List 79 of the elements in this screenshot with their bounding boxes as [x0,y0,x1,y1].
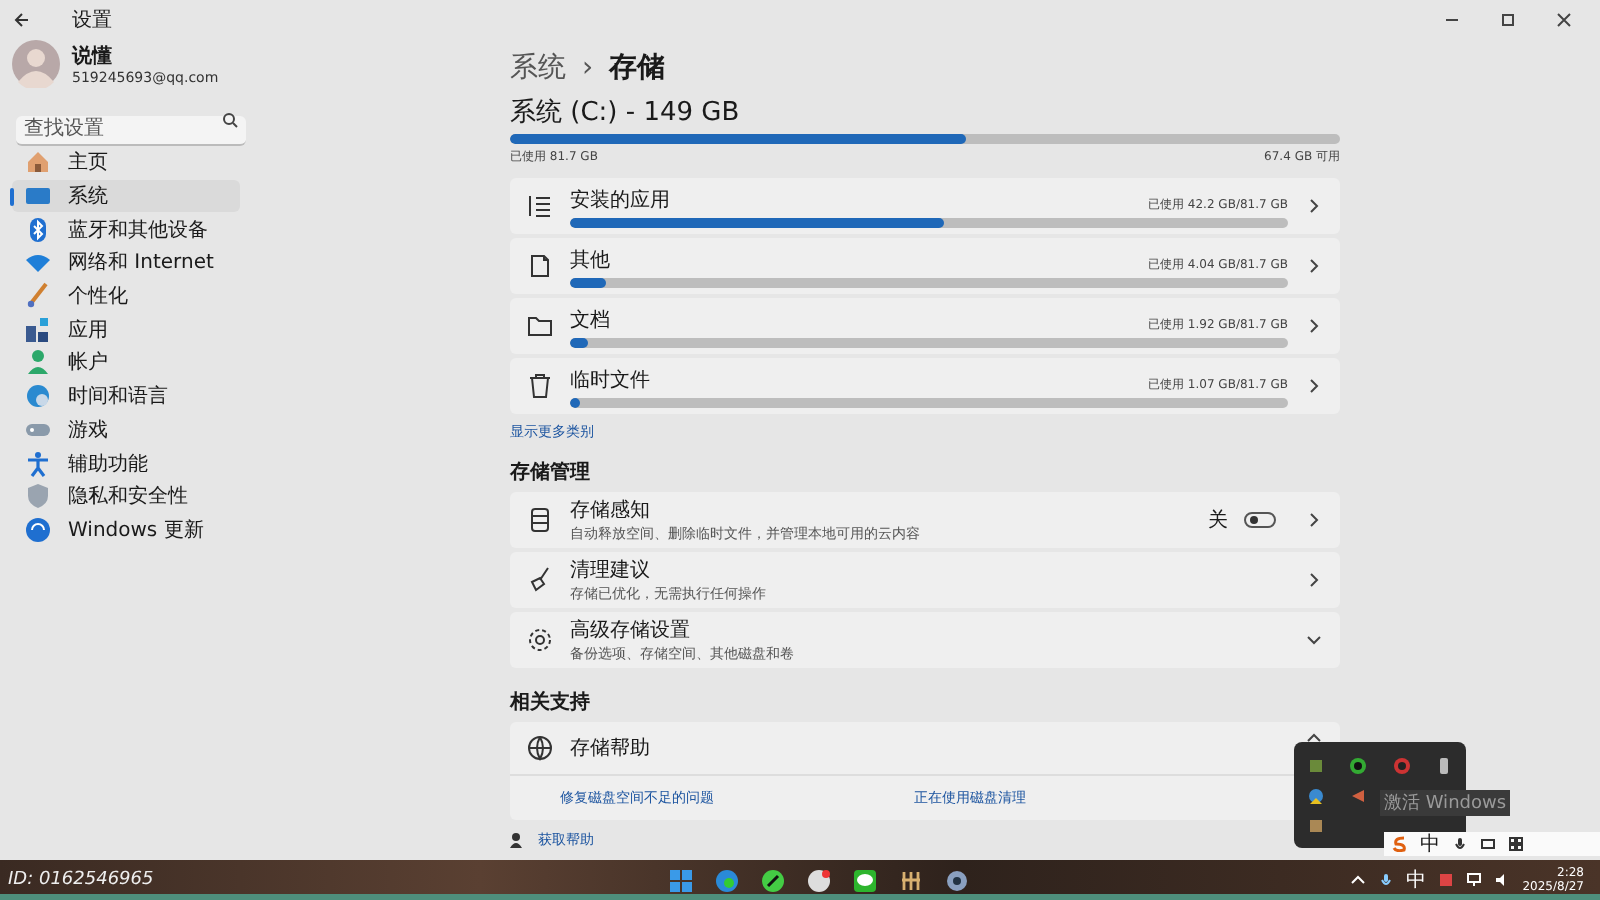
chevron-right-icon[interactable] [1304,256,1324,276]
help-card[interactable]: 存储帮助 [510,722,1340,774]
nav-item[interactable]: 系统 [12,179,240,213]
microphone-icon[interactable] [1378,872,1395,888]
chevron-right-icon[interactable] [1304,376,1324,396]
browser-icon[interactable] [714,867,740,893]
chevron-down-icon[interactable] [1304,630,1324,650]
nav-item[interactable]: 时间和语言 [12,379,240,413]
list-icon [526,192,554,220]
chevron-right-icon[interactable] [1304,510,1324,530]
settings-icon[interactable] [944,867,970,893]
app-icon[interactable] [1305,815,1326,835]
grid-icon[interactable] [1508,836,1524,852]
chevron-right-icon[interactable] [1304,196,1324,216]
house-icon [24,148,52,177]
nav-item[interactable]: 网络和 Internet [12,246,240,280]
user-name: 说懂 [72,43,114,70]
network-icon[interactable] [1466,872,1483,888]
remote-id: ID: 0162546965 [8,870,156,890]
chevron-right-icon[interactable] [1304,316,1324,336]
nav-item[interactable]: 游戏 [12,413,240,447]
nav-item[interactable]: Windows 更新 [12,513,240,547]
chevron-right-icon[interactable] [1304,570,1324,590]
ime-mode[interactable]: 中 [1420,830,1440,858]
folder-icon [526,312,554,340]
category-name: 其他 [570,247,610,273]
section-heading: 相关支持 [510,689,592,716]
activation-notice: 激活 Windows [1380,790,1511,816]
globe-icon [526,734,554,762]
setting-title: 清理建议 [570,557,652,584]
document-icon [526,252,554,280]
page-title: 存储 [609,50,666,86]
toggle-label: 关 [1208,507,1228,534]
toggle-switch[interactable] [1244,512,1276,528]
sync-icon [24,515,52,544]
maximize-icon[interactable] [1500,12,1516,28]
nav-item[interactable]: 辅助功能 [12,446,240,480]
input-method-indicator[interactable]: 中 [1406,866,1427,894]
speaker-icon[interactable] [1348,785,1369,805]
category-name: 文档 [570,307,610,333]
nav-item[interactable]: 蓝牙和其他设备 [12,212,240,247]
chat-app-icon[interactable] [852,867,878,893]
nav-item[interactable]: 个性化 [12,279,240,313]
search-field[interactable]: 查找设置 [16,115,246,145]
nav-item[interactable]: 主页 [12,146,240,180]
category-name: 安装的应用 [570,187,670,213]
breadcrumb-separator: › [582,52,594,84]
nav-item[interactable]: 帐户 [12,346,240,380]
drive-title: 系统 (C:) - 149 GB [510,96,742,130]
close-icon[interactable] [1556,12,1572,28]
apps-icon [24,315,52,344]
setting-title: 存储感知 [570,497,652,524]
setting-title: 高级存储设置 [570,617,692,644]
nav-item[interactable]: 隐私和安全性 [12,479,240,514]
ime-logo-icon[interactable] [1392,836,1408,852]
nav-item[interactable]: 应用 [12,312,240,347]
section-heading: 存储管理 [510,459,592,486]
trash-icon [526,372,554,400]
window-title: 设置 [72,7,112,34]
circle-icon[interactable] [1348,755,1369,775]
person-icon [24,348,52,377]
broom-icon [526,566,554,594]
windows-logo-icon[interactable] [668,867,694,893]
chevron-up-icon[interactable] [1350,872,1367,888]
bluetooth-icon [24,215,52,244]
keyboard-icon[interactable] [1480,836,1496,852]
microphone-icon[interactable] [1452,836,1468,852]
breadcrumb-link[interactable]: 系统 [510,50,566,86]
category-name: 临时文件 [570,367,650,393]
drive-icon [526,506,554,534]
help-person-icon [510,832,526,848]
accessibility-icon [24,449,52,478]
shield-icon [24,482,52,511]
app-tray-icon[interactable] [1438,872,1455,888]
brush-icon [24,282,52,311]
search-icon [222,112,238,128]
help-title: 存储帮助 [570,735,650,762]
back-arrow-icon[interactable] [12,10,32,30]
gear-icon [526,626,554,654]
